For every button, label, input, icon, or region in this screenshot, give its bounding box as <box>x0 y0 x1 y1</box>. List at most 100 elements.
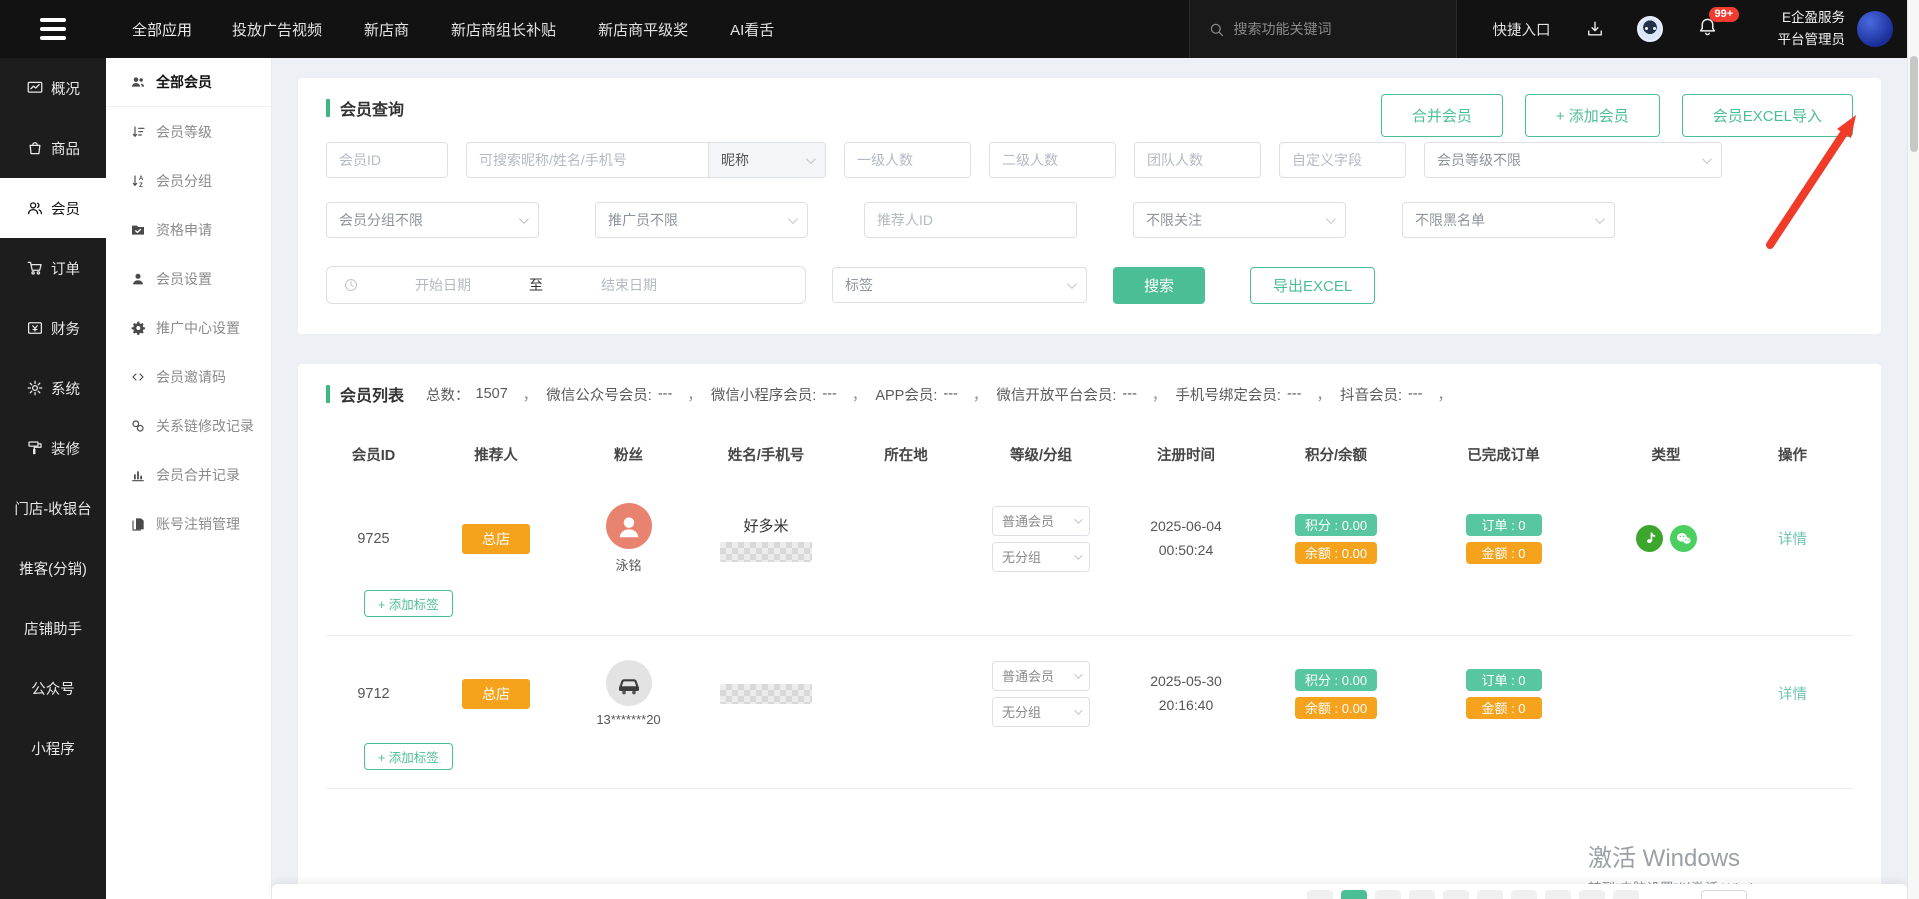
member-avatar[interactable] <box>606 660 652 706</box>
page-button[interactable] <box>1511 890 1537 899</box>
page-button[interactable] <box>1477 890 1503 899</box>
sidebar-item-8[interactable]: 推客(分销) <box>0 538 106 598</box>
chevron-down-icon <box>788 214 798 224</box>
svg-text:Z: Z <box>139 183 143 189</box>
page-button[interactable] <box>1307 890 1333 899</box>
window-scrollbar[interactable] <box>1907 0 1919 899</box>
download-icon[interactable] <box>1585 19 1605 39</box>
stat-separator: ， <box>523 384 538 405</box>
column-header: 类型 <box>1591 432 1741 479</box>
export-excel-button[interactable]: 导出EXCEL <box>1250 267 1375 304</box>
sidebar-item-label: 门店-收银台 <box>14 498 91 519</box>
add-tag-button[interactable]: + 添加标签 <box>364 590 453 617</box>
member-level-select[interactable]: 会员等级不限 <box>1424 142 1722 178</box>
level2-count-input[interactable] <box>989 142 1116 178</box>
member-group-select[interactable]: 会员分组不限 <box>326 202 539 238</box>
member-group-select[interactable]: 无分组 <box>992 542 1090 572</box>
member-id-input[interactable] <box>326 142 448 178</box>
submenu-item-4[interactable]: 会员设置 <box>106 254 271 303</box>
follow-filter-select[interactable]: 不限关注 <box>1133 202 1346 238</box>
topnav-item[interactable]: 投放广告视频 <box>232 19 322 40</box>
sidebar-item-0[interactable]: 概况 <box>0 58 106 118</box>
select-value: 无分组 <box>1002 547 1041 566</box>
nickname-type-select[interactable]: 昵称 <box>708 142 826 178</box>
blacklist-filter-select[interactable]: 不限黑名单 <box>1402 202 1615 238</box>
topnav-item[interactable]: 新店商组长补贴 <box>451 19 556 40</box>
assistant-icon[interactable] <box>1637 16 1663 42</box>
topbar-search[interactable]: 搜索功能关键词 <box>1189 0 1457 58</box>
submenu-item-2[interactable]: AZ会员分组 <box>106 156 271 205</box>
member-keyword-search[interactable] <box>466 142 708 178</box>
sidebar-item-3[interactable]: 订单 <box>0 238 106 298</box>
submenu-item-9[interactable]: 账号注销管理 <box>106 499 271 548</box>
member-excel-import-button[interactable]: 会员EXCEL导入 <box>1682 94 1853 137</box>
table-row: 9725总店泳铭好多米普通会员无分组2025-06-0400:50:24积分 :… <box>326 479 1853 574</box>
qualification-icon <box>130 222 146 238</box>
submenu-item-3[interactable]: 资格申请 <box>106 205 271 254</box>
referrer-store-button[interactable]: 总店 <box>462 679 530 709</box>
level1-count-input[interactable] <box>844 142 971 178</box>
scrollbar-thumb[interactable] <box>1910 56 1918 152</box>
search-button[interactable]: 搜索 <box>1113 267 1205 304</box>
page-button[interactable] <box>1579 890 1605 899</box>
referrer-id-input[interactable] <box>864 202 1077 238</box>
submenu-item-label: 会员设置 <box>156 269 212 289</box>
sidebar-item-10[interactable]: 公众号 <box>0 658 106 718</box>
page-jump-box[interactable] <box>1701 890 1747 899</box>
sidebar-item-2[interactable]: 会员 <box>0 178 106 238</box>
user-avatar[interactable] <box>1857 11 1893 47</box>
member-group-select[interactable]: 无分组 <box>992 697 1090 727</box>
user-menu[interactable]: E企盈服务 平台管理员 <box>1778 7 1919 52</box>
sidebar-item-6[interactable]: 装修 <box>0 418 106 478</box>
quick-entry[interactable]: 快捷入口 <box>1493 19 1551 40</box>
submenu-item-7[interactable]: 关系链修改记录 <box>106 401 271 450</box>
promoter-select[interactable]: 推广员不限 <box>595 202 808 238</box>
topnav-item[interactable]: 新店商平级奖 <box>598 19 688 40</box>
member-level-select[interactable]: 普通会员 <box>992 506 1090 536</box>
list-panel-title: 会员列表 <box>340 382 404 406</box>
submenu-item-1[interactable]: 会员等级 <box>106 107 271 156</box>
submenu-item-6[interactable]: 会员邀请码 <box>106 352 271 401</box>
submenu-item-label: 资格申请 <box>156 220 212 240</box>
page-button[interactable] <box>1409 890 1435 899</box>
merge-members-button[interactable]: 合并会员 <box>1381 94 1503 137</box>
add-member-button[interactable]: + 添加会员 <box>1525 94 1660 137</box>
page-button[interactable] <box>1613 890 1639 899</box>
notifications-button[interactable]: 99+ <box>1697 16 1718 42</box>
custom-field-input[interactable] <box>1279 142 1406 178</box>
sidebar-item-11[interactable]: 小程序 <box>0 718 106 778</box>
submenu-item-8[interactable]: 会员合并记录 <box>106 450 271 499</box>
tag-select[interactable]: 标签 <box>832 267 1087 303</box>
detail-link[interactable]: 详情 <box>1778 528 1807 549</box>
member-level-select[interactable]: 普通会员 <box>992 661 1090 691</box>
page-button[interactable] <box>1375 890 1401 899</box>
date-range-picker[interactable]: 开始日期 至 结束日期 <box>326 266 806 304</box>
add-tag-button[interactable]: + 添加标签 <box>364 743 453 770</box>
orders-badge: 订单 : 0 <box>1466 514 1542 536</box>
page-button[interactable] <box>1545 890 1571 899</box>
sidebar-item-4[interactable]: 财务 <box>0 298 106 358</box>
all-apps-button[interactable]: 全部应用 <box>106 19 192 40</box>
sidebar-item-1[interactable]: 商品 <box>0 118 106 178</box>
submenu-item-0[interactable]: 全部会员 <box>106 58 271 107</box>
submenu-item-5[interactable]: 推广中心设置 <box>106 303 271 352</box>
sidebar-item-9[interactable]: 店铺助手 <box>0 598 106 658</box>
system-icon <box>26 379 44 397</box>
page-button-active[interactable] <box>1341 890 1367 899</box>
fan-label: 泳铭 <box>615 555 641 574</box>
detail-link[interactable]: 详情 <box>1778 683 1807 704</box>
sidebar-item-5[interactable]: 系统 <box>0 358 106 418</box>
table-header: 会员ID推荐人粉丝姓名/手机号所在地等级/分组注册时间积分/余额已完成订单类型操… <box>326 432 1853 479</box>
sidebar-item-7[interactable]: 门店-收银台 <box>0 478 106 538</box>
topnav-item[interactable]: AI看舌 <box>730 19 774 40</box>
select-value: 会员等级不限 <box>1437 150 1521 170</box>
topnav-item[interactable]: 新店商 <box>364 19 409 40</box>
referrer-store-button[interactable]: 总店 <box>462 524 530 554</box>
date-end-placeholder: 结束日期 <box>601 275 657 295</box>
member-avatar[interactable] <box>606 503 652 549</box>
menu-icon[interactable] <box>0 18 106 40</box>
stat-value: --- <box>943 386 958 402</box>
page-button[interactable] <box>1443 890 1469 899</box>
team-count-input[interactable] <box>1134 142 1261 178</box>
member-submenu: 全部会员会员等级AZ会员分组资格申请会员设置推广中心设置会员邀请码关系链修改记录… <box>106 58 272 899</box>
